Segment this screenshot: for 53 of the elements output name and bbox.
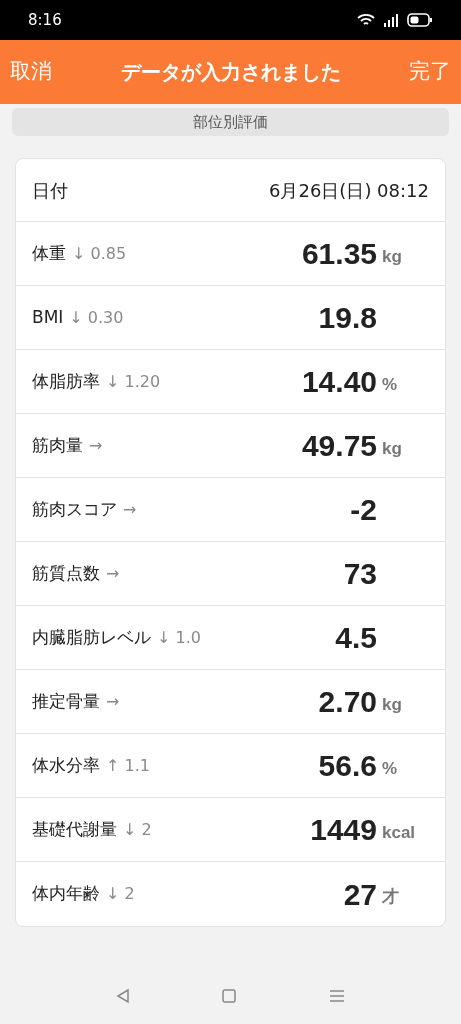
metric-value: 2.70: [318, 684, 377, 720]
metric-label: 推定骨量: [32, 689, 100, 713]
metric-value: 19.8: [318, 300, 377, 336]
metric-value: 49.75: [301, 428, 377, 464]
metric-label: BMI: [32, 305, 64, 329]
metric-label: 体脂肪率: [32, 369, 100, 393]
metric-unit: kg: [382, 694, 402, 714]
signal-icon: [383, 13, 399, 27]
wifi-icon: [357, 13, 375, 27]
metric-value: 4.5: [335, 620, 377, 656]
trend-value: →: [123, 498, 137, 521]
metric-label: 筋肉量: [32, 433, 83, 457]
metric-value: 27: [343, 876, 377, 913]
trend-value: ↓ 1.20: [106, 370, 161, 393]
metric-label: 筋質点数: [32, 561, 100, 585]
trend-value: ↓ 1.0: [157, 626, 201, 649]
trend-value: ↓ 0.30: [69, 306, 124, 329]
menu-icon[interactable]: [327, 988, 346, 1004]
metric-unit: 才: [382, 887, 399, 907]
metric-value: 14.40: [301, 364, 377, 400]
metric-value: -2: [350, 492, 377, 528]
trend-value: ↑ 1.1: [106, 754, 150, 777]
metric-unit: kg: [382, 438, 402, 458]
metric-label: 体水分率: [32, 753, 100, 777]
section-button[interactable]: 部位別評価: [12, 108, 449, 136]
cancel-button[interactable]: 取消: [10, 56, 52, 88]
back-icon[interactable]: [115, 988, 132, 1004]
metric-value: 56.6: [318, 748, 377, 784]
metric-label: 内臓脂肪レベル: [32, 625, 151, 649]
metric-label: 筋肉スコア: [32, 497, 117, 521]
header-title: データが入力されました: [120, 59, 341, 86]
metric-label: 体重: [32, 241, 66, 265]
metric-label: 体内年齢: [32, 882, 100, 906]
metric-unit: kcal: [382, 822, 416, 842]
metric-value: 1449: [310, 812, 377, 848]
status-time: 8:16: [28, 9, 62, 31]
metric-value: 61.35: [301, 236, 377, 272]
home-icon[interactable]: [221, 988, 238, 1004]
metric-unit: %: [382, 758, 398, 778]
trend-value: →: [89, 434, 103, 457]
trend-value: →: [106, 562, 120, 585]
metric-label: 基礎代謝量: [32, 817, 117, 841]
date-value: 6月26日(日) 08:12: [269, 178, 429, 203]
trend-value: ↓ 2: [106, 883, 135, 905]
trend-value: ↓ 0.85: [72, 242, 127, 265]
metric-value: 73: [343, 556, 377, 592]
trend-value: ↓ 2: [123, 818, 152, 841]
date-label: 日付: [32, 178, 68, 203]
done-button[interactable]: 完了: [409, 56, 451, 88]
metric-unit: kg: [382, 246, 402, 266]
metric-unit: %: [382, 374, 398, 394]
battery-icon: [407, 13, 433, 27]
trend-value: →: [106, 690, 120, 713]
